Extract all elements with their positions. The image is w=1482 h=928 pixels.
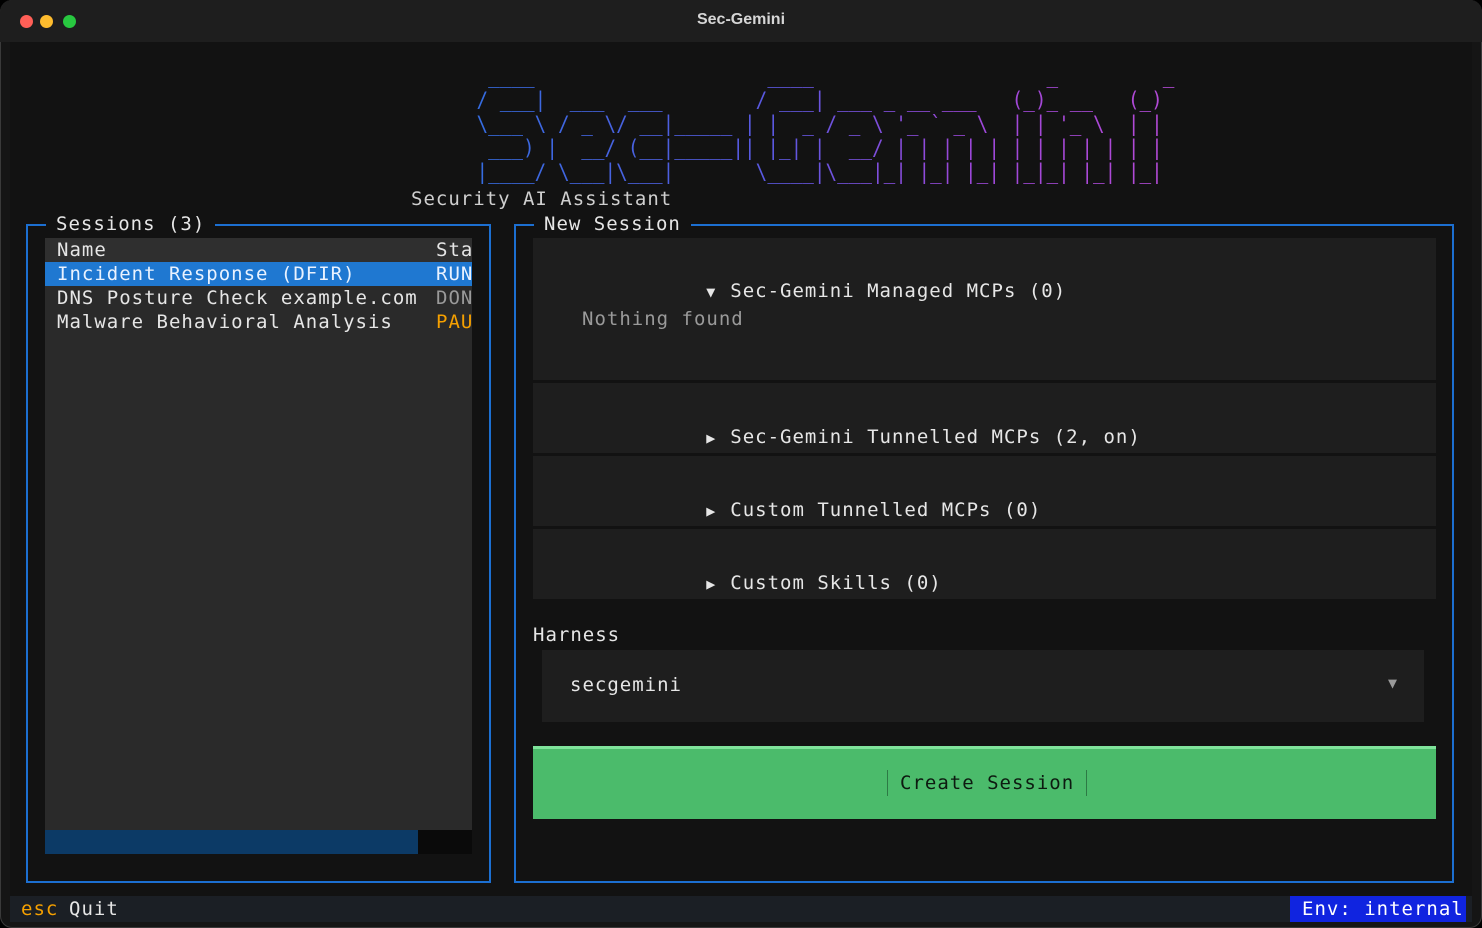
table-row[interactable]: DNS Posture Check example.com DON <box>45 286 472 310</box>
table-header-row: Name Sta <box>45 238 472 262</box>
table-row[interactable]: Malware Behavioral Analysis PAU <box>45 310 472 334</box>
section-tunnelled-mcps: ▶ Sec-Gemini Tunnelled MCPs (2, on) <box>533 383 1436 453</box>
harness-label: Harness <box>533 624 621 646</box>
sessions-panel: Sessions (3) Name Sta Incident Response … <box>26 213 491 883</box>
section-label: Custom Tunnelled MCPs (0) <box>730 499 1042 521</box>
session-name: Malware Behavioral Analysis <box>57 311 393 333</box>
session-name: DNS Posture Check example.com <box>57 287 418 309</box>
section-label: Custom Skills (0) <box>730 572 942 594</box>
empty-message: Nothing found <box>582 308 744 330</box>
app-window: Sec-Gemini ____ ____ _ _ / ___| ___ ___ … <box>0 0 1482 928</box>
section-label: Sec-Gemini Managed MCPs (0) <box>730 280 1067 302</box>
scrollbar-thumb[interactable] <box>45 830 418 854</box>
session-status: RUN <box>436 263 472 285</box>
env-badge: Env: internal <box>1290 896 1466 922</box>
sessions-panel-title: Sessions (3) <box>46 213 216 235</box>
section-label: Sec-Gemini Tunnelled MCPs (2, on) <box>730 426 1141 448</box>
session-name: Incident Response (DFIR) <box>57 263 356 285</box>
footer-bar: esc Quit Env: internal <box>10 896 1472 922</box>
new-session-form: ▼ Sec-Gemini Managed MCPs (0) Nothing fou… <box>533 238 1436 868</box>
column-header-name[interactable]: Name <box>57 238 107 262</box>
column-header-status[interactable]: Sta <box>436 238 472 262</box>
section-custom-tunnelled-mcps: ▶ Custom Tunnelled MCPs (0) <box>533 456 1436 526</box>
chevron-down-icon: ▼ <box>1387 674 1398 692</box>
new-session-panel-title: New Session <box>534 213 691 235</box>
sessions-table[interactable]: Name Sta Incident Response (DFIR) RUN DN… <box>45 238 472 854</box>
app-subtitle: Security AI Assistant <box>411 188 673 210</box>
collapsed-arrow-icon: ▶ <box>706 502 717 520</box>
window-title: Sec-Gemini <box>696 11 786 28</box>
terminal-area: ____ ____ _ _ / ___| ___ ___ / ___| ___ … <box>10 42 1472 922</box>
title-bar: Sec-Gemini <box>0 0 1482 42</box>
quit-key-hint[interactable]: esc <box>21 896 58 922</box>
create-session-label: Create Session <box>887 770 1088 796</box>
create-session-button[interactable]: Create Session <box>533 746 1436 819</box>
session-status: DON <box>436 287 472 309</box>
horizontal-scrollbar[interactable] <box>45 830 472 854</box>
harness-select[interactable]: secgemini ▼ <box>542 650 1424 722</box>
section-managed-mcps: ▼ Sec-Gemini Managed MCPs (0) Nothing fou… <box>533 238 1436 380</box>
expanded-arrow-icon: ▼ <box>706 283 717 301</box>
collapsed-arrow-icon: ▶ <box>706 575 717 593</box>
collapsed-arrow-icon: ▶ <box>706 429 717 447</box>
table-row[interactable]: Incident Response (DFIR) RUN <box>45 262 472 286</box>
session-status: PAU <box>436 311 472 333</box>
new-session-panel: New Session ▼ Sec-Gemini Managed MCPs (0)… <box>514 213 1454 883</box>
ascii-logo: ____ ____ _ _ / ___| ___ ___ / ___| ___ … <box>430 64 1186 184</box>
section-custom-skills: ▶ Custom Skills (0) <box>533 529 1436 599</box>
quit-key-label[interactable]: Quit <box>69 896 119 922</box>
section-toggle-custom-skills[interactable]: ▶ Custom Skills (0) <box>557 550 942 616</box>
harness-selected-value: secgemini <box>570 674 682 696</box>
